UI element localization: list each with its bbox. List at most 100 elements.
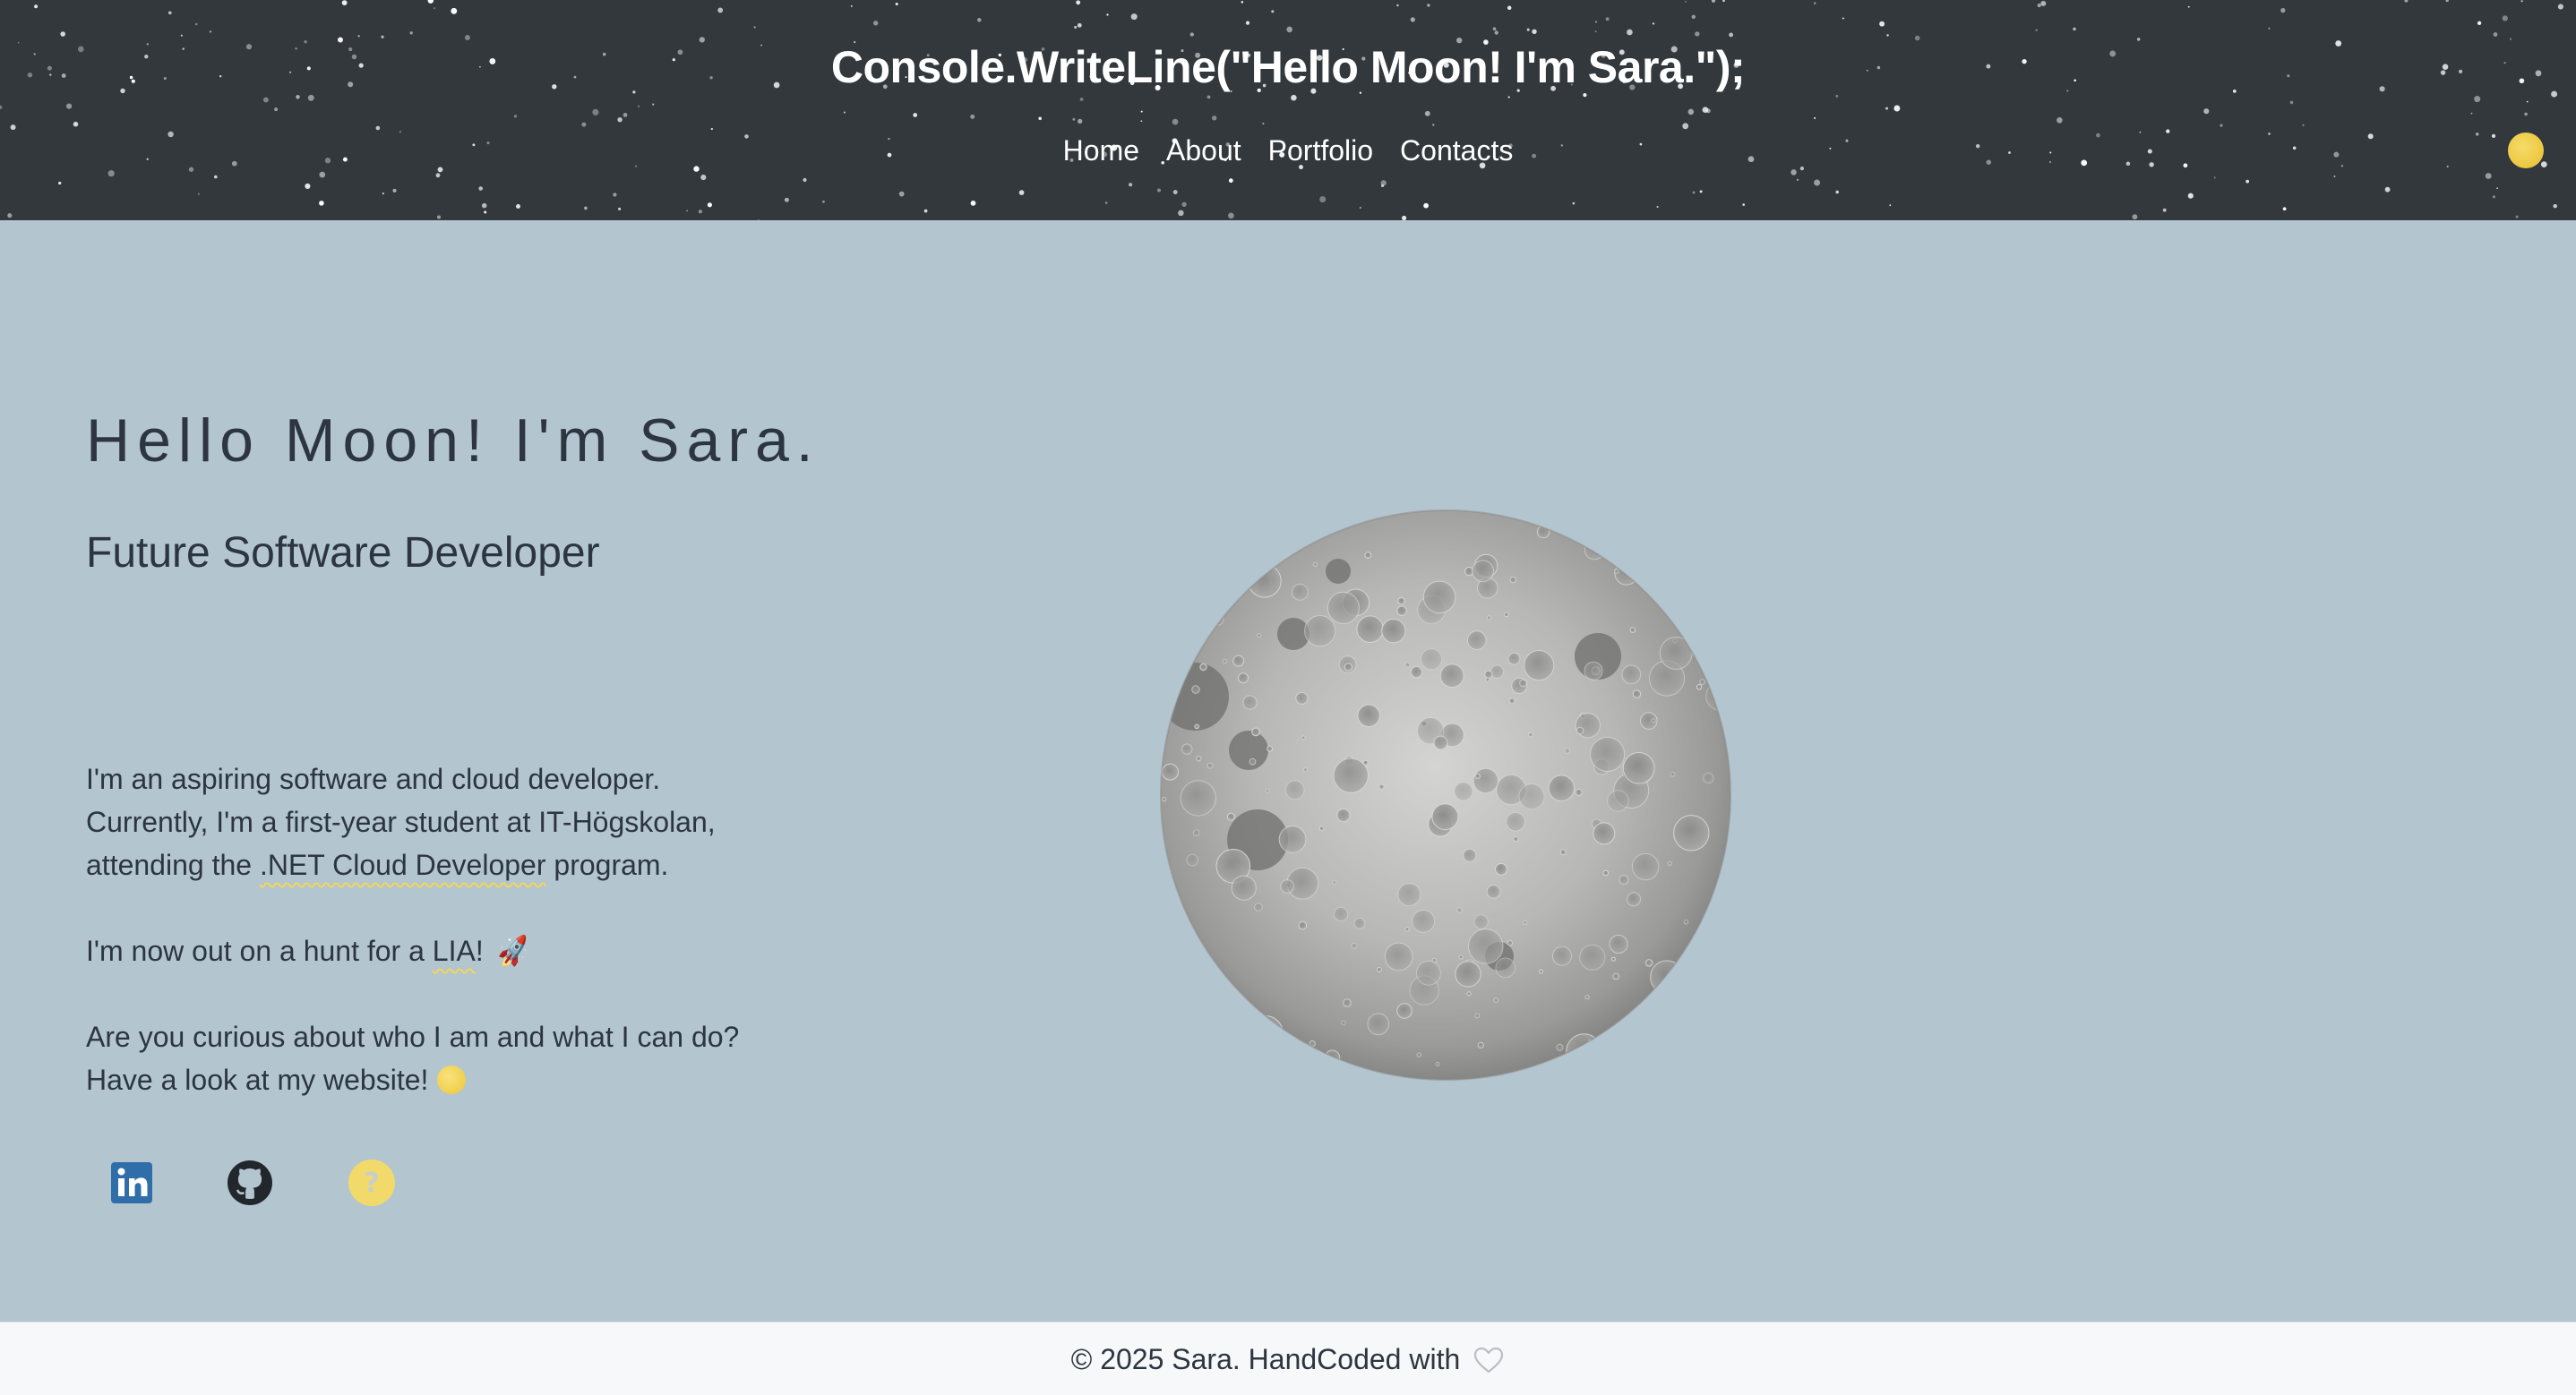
- lia-highlight: LIA: [432, 935, 476, 967]
- moon-crater: [1248, 564, 1282, 598]
- star-dot: [1835, 190, 1839, 194]
- moon-crater: [1528, 732, 1533, 738]
- moon-crater: [1196, 756, 1202, 762]
- star-dot: [1494, 30, 1498, 35]
- curious-line-2: Have a look at my website!: [86, 1064, 429, 1096]
- moon-crater: [1493, 997, 1499, 1004]
- main-nav: Home About Portfolio Contacts: [0, 127, 2576, 174]
- moon-crater: [1404, 662, 1411, 668]
- moon-crater: [1212, 510, 1238, 524]
- star-dot: [2187, 5, 2190, 8]
- moon-crater: [1473, 767, 1499, 794]
- hero-subheading: Future Software Developer: [86, 529, 600, 577]
- star-dot: [2557, 4, 2563, 10]
- star-dot: [613, 193, 617, 197]
- star-dot: [2485, 173, 2492, 179]
- moon-crater: [1333, 757, 1369, 793]
- moon-crater: [1703, 772, 1714, 784]
- star-dot: [58, 181, 62, 185]
- star-dot: [698, 210, 702, 214]
- moon-toggle-icon[interactable]: [2508, 133, 2544, 168]
- star-dot: [581, 122, 587, 127]
- star-dot: [2203, 108, 2210, 115]
- curious-line-1: Are you curious about who I am and what …: [86, 1021, 740, 1053]
- curious-paragraph: Are you curious about who I am and what …: [86, 1015, 820, 1101]
- moon-crater: [1670, 771, 1676, 777]
- star-dot: [1423, 202, 1429, 209]
- star-dot: [1814, 179, 1821, 186]
- moon-crater: [1356, 615, 1384, 643]
- star-dot: [1685, 1, 1687, 3]
- moon-crater: [1167, 702, 1173, 708]
- moon-crater: [1397, 597, 1405, 605]
- footer-text: © 2025 Sara. HandCoded with: [1071, 1322, 1506, 1395]
- moon-crater: [1226, 812, 1235, 821]
- star-dot: [1076, 0, 1081, 5]
- star-dot: [1526, 28, 1530, 31]
- moon-crater: [1694, 643, 1699, 647]
- moon-crater: [1254, 903, 1263, 912]
- moon-crater: [1602, 869, 1610, 877]
- star-dot: [1172, 190, 1178, 195]
- star-dot: [970, 200, 976, 206]
- moon-crater: [1278, 826, 1307, 853]
- star-dot: [1380, 184, 1385, 188]
- star-dot: [2470, 112, 2473, 115]
- moon-crater: [1466, 991, 1472, 997]
- moon-crater: [1507, 652, 1521, 665]
- nav-home-link[interactable]: Home: [1063, 127, 1139, 174]
- program-highlight: .NET Cloud Developer: [259, 849, 546, 881]
- moon-crater: [1584, 661, 1603, 680]
- moon-crater: [1548, 775, 1576, 802]
- star-dot: [1319, 196, 1327, 203]
- moon-crater: [1458, 954, 1464, 960]
- star-dot: [977, 18, 982, 22]
- star-dot: [73, 121, 79, 127]
- moon-crater: [1340, 1020, 1346, 1026]
- star-dot: [1893, 105, 1901, 112]
- moon-crater: [1508, 510, 1525, 519]
- moon-crater: [1518, 783, 1545, 810]
- lia-paragraph: I'm now out on a hunt for a LIA! 🚀: [86, 929, 820, 974]
- moon-crater: [1415, 960, 1441, 986]
- star-dot: [1181, 201, 1187, 207]
- linkedin-icon[interactable]: [107, 1159, 156, 1207]
- star-dot: [1078, 118, 1083, 124]
- moon-crater: [1396, 605, 1407, 616]
- question-icon[interactable]: ?: [348, 1159, 396, 1207]
- moon-crater: [1645, 538, 1655, 548]
- star-dot: [274, 107, 279, 112]
- moon-crater: [1705, 681, 1730, 711]
- star-dot: [1129, 183, 1133, 187]
- star-dot: [1262, 122, 1265, 125]
- star-dot: [913, 113, 918, 117]
- star-dot: [1156, 188, 1162, 193]
- moon-crater: [1454, 782, 1473, 801]
- star-dot: [1507, 5, 1512, 11]
- moon-crater: [1495, 957, 1516, 979]
- moon-crater: [1472, 560, 1495, 583]
- star-dot: [753, 26, 756, 29]
- star-dot: [1074, 25, 1078, 29]
- nav-portfolio-link[interactable]: Portfolio: [1268, 127, 1373, 174]
- star-dot: [2187, 193, 2194, 199]
- star-dot: [592, 108, 599, 116]
- moon-crater: [1180, 780, 1216, 817]
- star-dot: [194, 22, 198, 26]
- star-dot: [584, 206, 588, 210]
- moon-crater: [1509, 576, 1517, 584]
- star-dot: [850, 4, 853, 7]
- moon-crater: [1435, 1061, 1440, 1066]
- nav-contacts-link[interactable]: Contacts: [1400, 127, 1513, 174]
- star-dot: [1424, 110, 1430, 116]
- starfield-background: [0, 0, 2563, 220]
- star-dot: [436, 215, 442, 219]
- moon-crater: [1312, 561, 1318, 567]
- moon-emoji-icon: [437, 1066, 467, 1094]
- moon-crater: [1234, 594, 1240, 600]
- moon-crater: [1327, 591, 1360, 625]
- star-dot: [2477, 21, 2482, 25]
- nav-about-link[interactable]: About: [1166, 127, 1241, 174]
- moon-crater: [1381, 618, 1406, 644]
- github-icon[interactable]: [226, 1159, 274, 1207]
